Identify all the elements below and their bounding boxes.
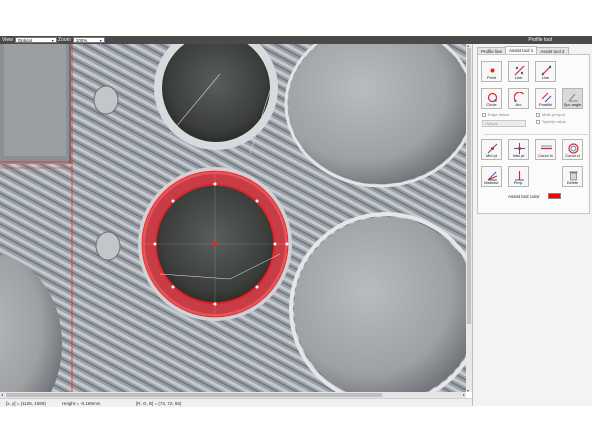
page-background [0, 407, 592, 444]
view-label: View [2, 37, 13, 43]
zoom-label: Zoom [58, 37, 71, 43]
zoom-select-value: 100% [75, 37, 88, 43]
horizontal-scroll-thumb[interactable] [6, 393, 382, 397]
arc-tool-button[interactable]: Arc [508, 88, 529, 109]
chevron-down-icon: ▾ [99, 37, 102, 43]
checkbox-box [536, 119, 540, 124]
point-tool-button[interactable]: Point [481, 61, 502, 82]
assist-tool-color-row: Assist tool color [508, 193, 561, 199]
optical-image [0, 44, 466, 392]
tool-label: Conct cl [565, 153, 580, 158]
parallel-tool-button[interactable]: Parallel [535, 88, 556, 109]
line-tool-button[interactable]: Line [508, 61, 529, 82]
tab-label: Assist tool 2 [540, 48, 565, 54]
tab-assist-tool-1[interactable]: Assist tool 1 [505, 46, 538, 54]
panel-title: Profile tool [528, 37, 552, 43]
tool-label: Circle [486, 102, 497, 107]
checkbox-box [482, 112, 486, 117]
status-height: Height = -0.169mm [62, 401, 101, 406]
specify-value-checkbox[interactable]: Specify value [536, 119, 566, 124]
multi-pt-input-label: Multi-pt input [542, 112, 565, 117]
spc-angle-tool-button[interactable]: Spc angle [562, 88, 583, 109]
tool-label: Arc [515, 102, 522, 107]
app-window: View Optical ▾ Zoom 100% ▾ Profile tool [0, 0, 592, 444]
tab-assist-tool-2[interactable]: Assist tool 2 [536, 47, 569, 54]
delete-tool-button[interactable]: Delete [562, 166, 583, 187]
tool-label: Conct ln [538, 153, 553, 158]
edge-detect-checkbox[interactable]: Edge detect [482, 112, 509, 117]
tab-profile-line[interactable]: Profile line [477, 47, 507, 54]
tab-label: Profile line [481, 48, 503, 54]
image-viewport[interactable] [0, 44, 466, 392]
tool-tabs: Profile line Assist tool 1 Assist tool 2 [477, 46, 569, 54]
tool-label: Line [541, 75, 550, 80]
mid-pt-tool-button[interactable]: Mid pt [481, 139, 502, 160]
perpendicular-tool-button[interactable]: Perp. [508, 166, 529, 187]
tool-label: Spc angle [563, 102, 582, 107]
divider [484, 134, 590, 135]
source-select[interactable]: Optical [482, 120, 526, 127]
vertical-scroll-thumb[interactable] [467, 48, 471, 324]
view-select[interactable]: Optical ▾ [14, 37, 57, 43]
specify-value-label: Specify value [542, 119, 566, 124]
tool-label: Delete [566, 180, 579, 185]
view-control: View Optical ▾ [2, 37, 57, 43]
bisector-tool-button[interactable]: Bisector [481, 166, 502, 187]
tool-label: Mid pt [486, 153, 497, 158]
status-rgb: [R, G, B] = (73, 72, 66) [136, 401, 182, 406]
concentric-circle-tool-button[interactable]: Conct cl [562, 139, 583, 160]
circle-center-marker [213, 242, 217, 246]
circle-tool-button[interactable]: Circle [481, 88, 502, 109]
multi-pt-input-checkbox[interactable]: Multi-pt input [536, 112, 565, 117]
assist-tool-color-label: Assist tool color [508, 193, 540, 199]
view-select-value: Optical [17, 37, 32, 43]
zoom-control: Zoom 100% ▾ [58, 37, 105, 43]
tool-label: Parallel [538, 102, 553, 107]
tool-label: Line [514, 75, 523, 80]
tab-label: Assist tool 1 [509, 48, 534, 53]
view-toolbar: View Optical ▾ Zoom 100% ▾ Profile tool [0, 36, 592, 44]
status-bar: [x, y] = (1105, 1089) Height = -0.169mm … [0, 398, 472, 407]
chevron-down-icon: ▾ [51, 37, 54, 43]
assist-tool-1-body: Point Line Line Circle Arc Parallel Spc … [477, 54, 590, 214]
assist-tool-color-swatch[interactable] [547, 193, 561, 199]
status-xy: [x, y] = (1105, 1089) [6, 401, 46, 406]
tool-label: Perp. [513, 180, 524, 185]
concentric-line-tool-button[interactable]: Conct ln [535, 139, 556, 160]
tool-label: Intsl pt [512, 153, 525, 158]
tool-panel: Profile line Assist tool 1 Assist tool 2… [472, 44, 592, 406]
scroll-down-icon[interactable]: ▾ [467, 388, 469, 393]
scroll-right-icon[interactable]: ▸ [463, 392, 465, 397]
checkbox-box [536, 112, 540, 117]
tool-label: Bisector [484, 180, 499, 185]
tool-label: Point [486, 75, 497, 80]
intersection-pt-tool-button[interactable]: Intsl pt [508, 139, 529, 160]
source-select-value: Optical [485, 121, 498, 126]
line-2pt-tool-button[interactable]: Line [535, 61, 556, 82]
scroll-left-icon[interactable]: ◂ [1, 392, 3, 397]
edge-detect-label: Edge detect [488, 112, 510, 117]
zoom-select[interactable]: 100% ▾ [72, 37, 105, 43]
